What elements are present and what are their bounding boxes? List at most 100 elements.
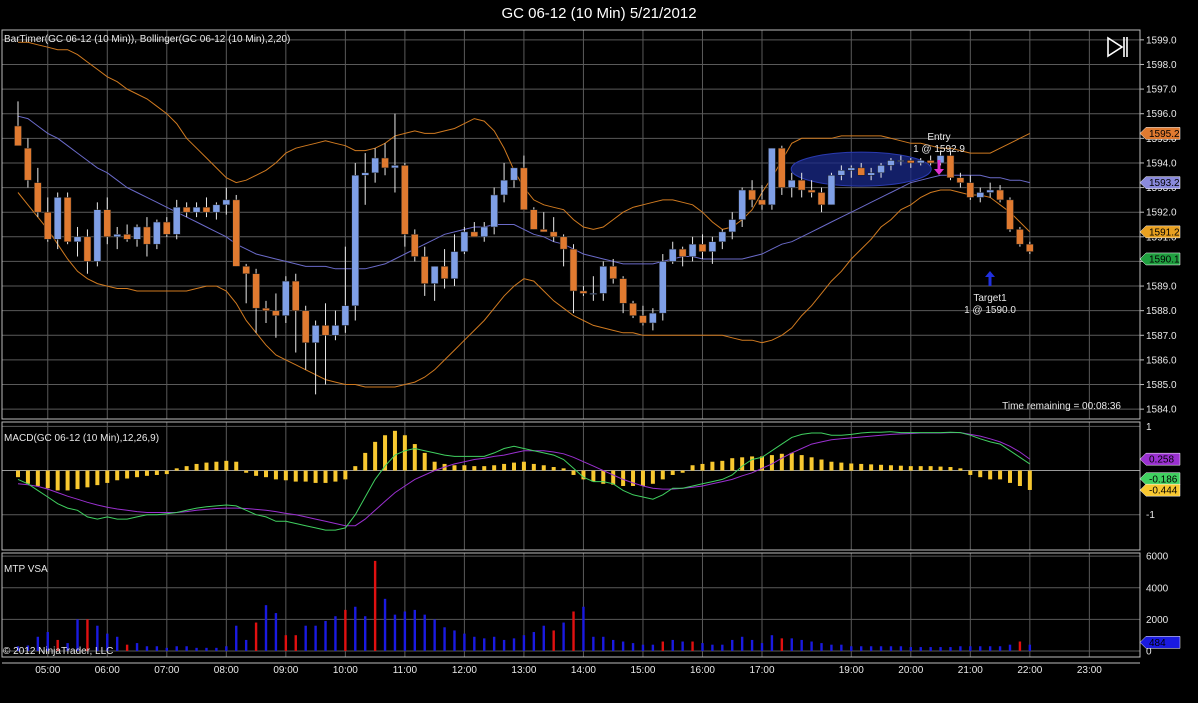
- candle-body: [629, 303, 637, 316]
- candle-body: [113, 234, 121, 238]
- volume-bar: [354, 606, 357, 651]
- y-tick-label: 1586.0: [1146, 355, 1177, 366]
- candle-body: [391, 165, 399, 169]
- macd-histogram-bar: [35, 470, 40, 486]
- candle-body: [956, 177, 965, 183]
- volume-bar: [274, 613, 278, 651]
- price-tag: 1595.2: [1139, 127, 1181, 140]
- macd-tag-text: 0.258: [1149, 455, 1174, 466]
- candle-body: [728, 219, 736, 233]
- volume-bar: [770, 635, 774, 651]
- y-tick-label: 1585.0: [1146, 380, 1177, 391]
- volume-bar: [820, 643, 823, 651]
- volume-bar: [552, 630, 555, 651]
- candle-body: [1016, 229, 1024, 245]
- candle-body: [520, 167, 528, 210]
- entry-detail: 1 @ 1592.9: [913, 144, 965, 155]
- candle-body: [480, 226, 488, 238]
- macd-histogram-bar: [988, 470, 993, 480]
- y-tick-label: 1598.0: [1146, 60, 1177, 71]
- macd-histogram-bar: [502, 463, 507, 471]
- volume-bar: [1008, 644, 1012, 651]
- candle-body: [420, 256, 429, 284]
- volume-bar: [959, 646, 962, 651]
- volume-bar: [413, 609, 416, 651]
- volume-bar: [612, 639, 615, 651]
- volume-panel-label: MTP VSA: [4, 564, 48, 575]
- volume-bar: [651, 644, 655, 651]
- candle-body: [708, 241, 717, 252]
- volume-bar: [145, 646, 149, 651]
- macd-histogram-bar: [819, 459, 824, 471]
- macd-histogram-bar: [135, 470, 140, 478]
- macd-histogram-bar: [888, 465, 893, 471]
- volume-bar: [512, 638, 516, 651]
- candle-body: [996, 189, 1004, 201]
- candle-body: [549, 231, 558, 238]
- macd-histogram-bar: [611, 470, 616, 485]
- candle-body: [738, 189, 746, 220]
- candle-body: [292, 280, 300, 311]
- price-tag-text: 1590.1: [1149, 254, 1180, 265]
- volume-bar: [542, 625, 545, 651]
- volume-bar: [532, 632, 536, 651]
- candle-body: [34, 182, 42, 213]
- macd-histogram-bar: [482, 466, 487, 471]
- candle-body: [857, 167, 865, 176]
- volume-bar: [373, 560, 377, 651]
- macd-histogram-bar: [690, 465, 695, 471]
- x-tick-label: 06:00: [95, 665, 120, 676]
- volume-tick-label: 4000: [1146, 583, 1169, 594]
- candle-body: [73, 236, 82, 242]
- macd-histogram-bar: [650, 470, 655, 484]
- candle-body: [252, 273, 260, 309]
- macd-histogram-bar: [204, 462, 209, 471]
- candle-body: [103, 209, 112, 238]
- candle-body: [172, 207, 181, 235]
- candle-body: [559, 236, 568, 250]
- volume-bar: [850, 646, 853, 651]
- macd-histogram-bar: [293, 470, 298, 482]
- candle-body: [877, 165, 885, 174]
- macd-histogram-bar: [234, 461, 239, 471]
- macd-tag-text: -0.444: [1149, 486, 1178, 497]
- volume-bar: [879, 646, 883, 651]
- candle-body: [163, 221, 171, 235]
- y-tick-label: 1599.0: [1146, 35, 1177, 46]
- x-tick-label: 11:00: [393, 665, 418, 676]
- candle-body: [897, 160, 905, 162]
- volume-bar: [344, 609, 347, 651]
- macd-histogram-bar: [472, 466, 477, 471]
- volume-bar: [235, 625, 238, 651]
- x-tick-label: 08:00: [214, 665, 239, 676]
- volume-bar: [254, 622, 258, 651]
- volume-bar: [334, 616, 337, 651]
- candle-body: [668, 248, 677, 262]
- macd-histogram-bar: [273, 470, 278, 480]
- volume-bar: [721, 644, 724, 651]
- candle-body: [202, 207, 211, 213]
- price-tag: 1591.2: [1139, 225, 1181, 238]
- volume-tag-text: 484: [1149, 638, 1166, 649]
- macd-histogram-bar: [154, 470, 159, 475]
- chart-canvas[interactable]: 05:00 06:00 07:00 08:00 09:00 10:00 11:00 12:00…: [0, 0, 1198, 703]
- macd-histogram-bar: [264, 470, 268, 478]
- candle-body: [887, 160, 895, 166]
- macd-histogram-bar: [333, 470, 338, 482]
- candle-body: [361, 172, 369, 176]
- macd-histogram-bar: [115, 470, 120, 481]
- volume-tick-label: 2000: [1146, 615, 1169, 626]
- macd-histogram-bar: [1017, 470, 1022, 486]
- macd-histogram-bar: [184, 466, 189, 471]
- panel-frame-0: [1, 29, 1141, 420]
- price-tag: 1590.1: [1139, 252, 1181, 265]
- candle-body: [371, 157, 379, 174]
- y-tick-label: 1597.0: [1146, 85, 1177, 96]
- candle-body: [698, 243, 707, 252]
- macd-histogram-bar: [373, 441, 378, 471]
- volume-bar: [631, 643, 635, 651]
- macd-histogram-bar: [869, 464, 874, 471]
- volume-bar: [909, 647, 912, 651]
- x-tick-label: 21:00: [958, 665, 983, 676]
- macd-histogram-bar: [353, 466, 358, 471]
